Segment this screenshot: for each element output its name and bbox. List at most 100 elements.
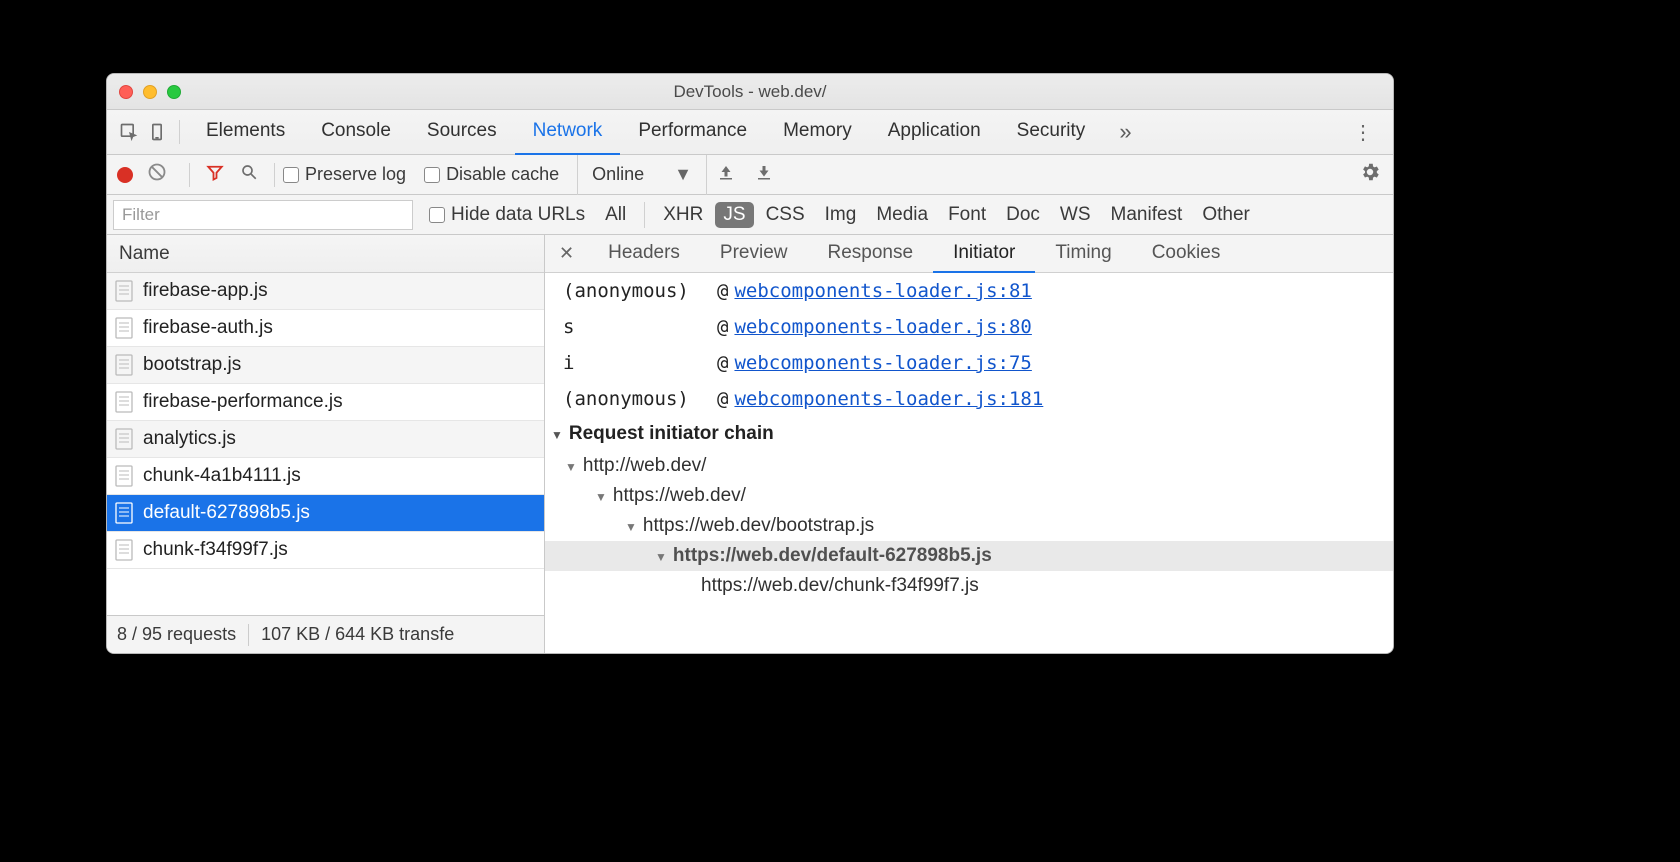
request-name: chunk-f34f99f7.js	[143, 539, 288, 561]
record-button[interactable]	[117, 167, 133, 183]
tab-memory[interactable]: Memory	[765, 110, 870, 155]
tab-application[interactable]: Application	[870, 110, 999, 155]
close-detail-button[interactable]: ✕	[545, 243, 588, 264]
at-symbol: @	[717, 388, 728, 410]
preserve-log-checkbox[interactable]	[283, 167, 299, 183]
tab-sources[interactable]: Sources	[409, 110, 515, 155]
throttling-dropdown[interactable]: Online ▼	[577, 155, 707, 195]
device-toolbar-icon[interactable]	[143, 122, 171, 142]
preserve-log-toggle[interactable]: Preserve log	[283, 164, 406, 185]
chain-url: http://web.dev/	[583, 455, 707, 477]
disable-cache-toggle[interactable]: Disable cache	[424, 164, 559, 185]
type-filter-xhr[interactable]: XHR	[655, 202, 711, 228]
stack-source-link[interactable]: webcomponents-loader.js:181	[734, 388, 1043, 410]
initiator-chain-tree: http://web.dev/https://web.dev/https://w…	[545, 451, 1393, 601]
call-stack: (anonymous)@webcomponents-loader.js:81s@…	[545, 273, 1393, 417]
chain-node[interactable]: https://web.dev/chunk-f34f99f7.js	[545, 571, 1393, 601]
detail-tab-preview[interactable]: Preview	[700, 235, 808, 273]
filter-input[interactable]: Filter	[113, 200, 413, 230]
devtools-window: DevTools - web.dev/ ElementsConsoleSourc…	[106, 73, 1394, 654]
type-filter-media[interactable]: Media	[868, 202, 936, 228]
stack-frame: (anonymous)@webcomponents-loader.js:81	[545, 273, 1393, 309]
request-name: analytics.js	[143, 428, 236, 450]
file-icon	[115, 539, 133, 561]
request-row[interactable]: chunk-f34f99f7.js	[107, 532, 544, 569]
detail-tab-timing[interactable]: Timing	[1035, 235, 1131, 273]
type-filter-manifest[interactable]: Manifest	[1103, 202, 1191, 228]
detail-tab-initiator[interactable]: Initiator	[933, 235, 1035, 273]
zoom-window-button[interactable]	[167, 85, 181, 99]
main-tab-bar: ElementsConsoleSourcesNetworkPerformance…	[107, 110, 1393, 155]
detail-tab-headers[interactable]: Headers	[588, 235, 700, 273]
tab-security[interactable]: Security	[999, 110, 1104, 155]
tab-performance[interactable]: Performance	[620, 110, 765, 155]
more-menu-icon[interactable]: ⋮	[1339, 120, 1387, 145]
request-row[interactable]: bootstrap.js	[107, 347, 544, 384]
divider	[189, 163, 190, 187]
initiator-content: (anonymous)@webcomponents-loader.js:81s@…	[545, 273, 1393, 653]
type-filter-js[interactable]: JS	[715, 202, 753, 228]
type-filter-font[interactable]: Font	[940, 202, 994, 228]
initiator-chain-header[interactable]: Request initiator chain	[545, 417, 1393, 451]
disclosure-triangle-icon	[565, 455, 583, 477]
at-symbol: @	[717, 316, 728, 338]
dropdown-icon: ▼	[674, 164, 692, 185]
chain-node[interactable]: http://web.dev/	[545, 451, 1393, 481]
title-bar: DevTools - web.dev/	[107, 74, 1393, 110]
detail-tab-cookies[interactable]: Cookies	[1132, 235, 1241, 273]
tabs-overflow-button[interactable]: »	[1103, 119, 1147, 145]
chain-node[interactable]: https://web.dev/	[545, 481, 1393, 511]
inspect-element-icon[interactable]	[115, 122, 143, 142]
filter-toggle-icon[interactable]	[198, 163, 232, 186]
request-list-pane: Name firebase-app.jsfirebase-auth.jsboot…	[107, 235, 545, 653]
close-window-button[interactable]	[119, 85, 133, 99]
stack-frame: i@webcomponents-loader.js:75	[545, 345, 1393, 381]
filter-placeholder: Filter	[122, 205, 160, 225]
request-row[interactable]: default-627898b5.js	[107, 495, 544, 532]
request-row[interactable]: firebase-auth.js	[107, 310, 544, 347]
type-filter-doc[interactable]: Doc	[998, 202, 1048, 228]
detail-tab-response[interactable]: Response	[808, 235, 934, 273]
hide-data-urls-checkbox[interactable]	[429, 207, 445, 223]
minimize-window-button[interactable]	[143, 85, 157, 99]
transfer-size: 107 KB / 644 KB transfe	[261, 624, 454, 645]
upload-icon[interactable]	[707, 163, 745, 186]
request-detail-pane: ✕ HeadersPreviewResponseInitiatorTimingC…	[545, 235, 1393, 653]
chain-node[interactable]: https://web.dev/bootstrap.js	[545, 511, 1393, 541]
tab-elements[interactable]: Elements	[188, 110, 303, 155]
request-row[interactable]: firebase-app.js	[107, 273, 544, 310]
chain-node[interactable]: https://web.dev/default-627898b5.js	[545, 541, 1393, 571]
request-list: firebase-app.jsfirebase-auth.jsbootstrap…	[107, 273, 544, 615]
settings-icon[interactable]	[1359, 161, 1381, 188]
search-icon[interactable]	[232, 163, 266, 186]
stack-source-link[interactable]: webcomponents-loader.js:81	[734, 280, 1031, 302]
request-row[interactable]: chunk-4a1b4111.js	[107, 458, 544, 495]
disable-cache-checkbox[interactable]	[424, 167, 440, 183]
column-header-name[interactable]: Name	[107, 235, 544, 273]
download-icon[interactable]	[745, 163, 783, 186]
type-filter-all[interactable]: All	[597, 202, 634, 228]
type-filter-css[interactable]: CSS	[758, 202, 813, 228]
at-symbol: @	[717, 280, 728, 302]
type-filter-other[interactable]: Other	[1194, 202, 1258, 228]
file-icon	[115, 354, 133, 376]
main-tabs: ElementsConsoleSourcesNetworkPerformance…	[188, 110, 1103, 155]
detail-tabs: HeadersPreviewResponseInitiatorTimingCoo…	[588, 235, 1240, 273]
hide-data-urls-toggle[interactable]: Hide data URLs	[429, 204, 585, 226]
clear-icon[interactable]	[147, 162, 175, 187]
type-filter-ws[interactable]: WS	[1052, 202, 1099, 228]
chain-url: https://web.dev/chunk-f34f99f7.js	[701, 575, 979, 597]
request-row[interactable]: analytics.js	[107, 421, 544, 458]
stack-source-link[interactable]: webcomponents-loader.js:75	[734, 352, 1031, 374]
file-icon	[115, 428, 133, 450]
request-row[interactable]: firebase-performance.js	[107, 384, 544, 421]
tab-network[interactable]: Network	[515, 110, 621, 155]
network-toolbar: Preserve log Disable cache Online ▼	[107, 155, 1393, 195]
stack-source-link[interactable]: webcomponents-loader.js:80	[734, 316, 1031, 338]
traffic-lights	[119, 85, 181, 99]
request-name: firebase-performance.js	[143, 391, 343, 413]
hide-data-urls-label: Hide data URLs	[451, 204, 585, 226]
type-filter-img[interactable]: Img	[817, 202, 865, 228]
tab-console[interactable]: Console	[303, 110, 409, 155]
file-icon	[115, 391, 133, 413]
